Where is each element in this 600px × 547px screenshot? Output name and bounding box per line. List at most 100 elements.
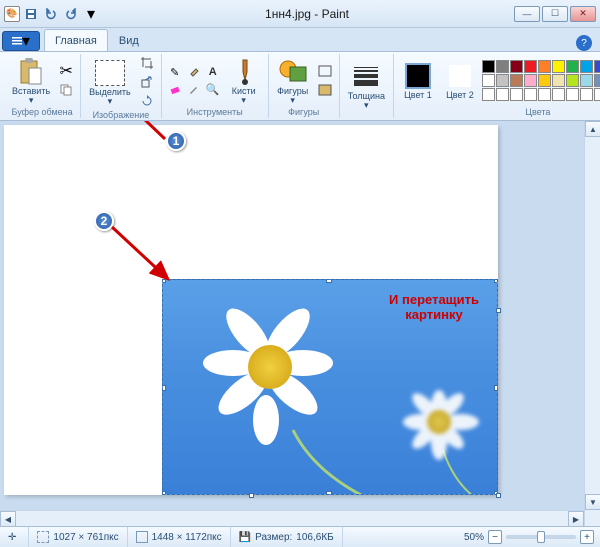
canvas-handle[interactable] [249, 493, 254, 498]
scroll-down-icon[interactable]: ▼ [585, 494, 600, 510]
tab-view[interactable]: Вид [108, 29, 150, 51]
annotation-drag-text: И перетащитькартинку [389, 292, 479, 322]
color-picker-icon[interactable] [185, 81, 203, 97]
palette-color[interactable] [510, 74, 523, 87]
group-shapes-label: Фигуры [288, 107, 319, 118]
group-thickness: Толщина ▾ [340, 54, 394, 118]
group-clipboard: Вставить ▾ ✂ Буфер обмена [4, 54, 81, 118]
group-tools: ✎ A 🔍 Кисти ▾ Инструменты [162, 54, 269, 118]
palette-custom-slot[interactable] [594, 88, 600, 101]
rotate-icon[interactable] [137, 92, 157, 110]
palette-color[interactable] [524, 60, 537, 73]
zoom-thumb[interactable] [537, 531, 545, 543]
selection-handle[interactable] [162, 491, 166, 495]
minimize-button[interactable]: — [514, 6, 540, 22]
resize-icon[interactable] [137, 73, 157, 91]
crop-icon[interactable] [137, 54, 157, 72]
palette-custom-slot[interactable] [524, 88, 537, 101]
selection-dim-icon [37, 531, 49, 543]
ribbon: Вставить ▾ ✂ Буфер обмена Выделить ▾ Изо… [0, 51, 600, 121]
palette-custom-slot[interactable] [552, 88, 565, 101]
color2-button[interactable]: Цвет 2 [440, 59, 480, 102]
status-canvas-value: 1448 × 1172пкс [152, 532, 222, 543]
copy-icon[interactable] [56, 81, 76, 99]
palette-custom-slot[interactable] [580, 88, 593, 101]
chevron-down-icon: ▾ [290, 96, 295, 105]
palette-color[interactable] [566, 60, 579, 73]
qat-dropdown-icon[interactable]: ▾ [82, 5, 100, 23]
palette-custom-slot[interactable] [482, 88, 495, 101]
quick-access-toolbar: 🎨 ▾ [4, 5, 100, 23]
palette-color[interactable] [566, 74, 579, 87]
magnifier-icon[interactable]: 🔍 [204, 81, 222, 97]
palette-custom-slot[interactable] [496, 88, 509, 101]
palette-color[interactable] [482, 74, 495, 87]
canvas-handle[interactable] [496, 493, 501, 498]
select-button[interactable]: Выделить ▾ [85, 56, 135, 108]
group-image: Выделить ▾ Изображение [81, 54, 162, 118]
save-icon[interactable] [22, 5, 40, 23]
redo-icon[interactable] [62, 5, 80, 23]
vertical-scrollbar[interactable]: ▲ ▼ [584, 121, 600, 526]
palette-color[interactable] [496, 74, 509, 87]
close-button[interactable]: ✕ [570, 6, 596, 22]
palette-custom-slot[interactable] [510, 88, 523, 101]
selection-handle[interactable] [162, 385, 166, 391]
eraser-icon[interactable] [166, 81, 184, 97]
shapes-button[interactable]: Фигуры ▾ [273, 55, 313, 107]
file-menu-button[interactable]: ▾ [2, 31, 40, 51]
pasted-selection[interactable]: И перетащитькартинку [162, 279, 498, 495]
tab-home[interactable]: Главная [44, 29, 108, 51]
zoom-out-button[interactable]: − [488, 530, 502, 544]
pencil-icon[interactable]: ✎ [166, 64, 184, 80]
palette-color[interactable] [580, 60, 593, 73]
palette-color[interactable] [496, 60, 509, 73]
paste-button[interactable]: Вставить ▾ [8, 55, 54, 107]
canvas[interactable]: И перетащитькартинку [4, 125, 498, 495]
scroll-right-icon[interactable]: ▶ [568, 511, 584, 526]
chevron-down-icon: ▾ [364, 101, 369, 110]
status-canvas: 1448 × 1172пкс [128, 527, 231, 547]
undo-icon[interactable] [42, 5, 60, 23]
canvas-handle[interactable] [496, 308, 501, 313]
palette-color[interactable] [580, 74, 593, 87]
status-filesize: 💾 Размер: 106,6КБ [231, 527, 343, 547]
palette-custom-slot[interactable] [566, 88, 579, 101]
zoom-slider[interactable] [506, 535, 576, 539]
thickness-button[interactable]: Толщина ▾ [344, 60, 389, 112]
zoom-in-button[interactable]: + [580, 530, 594, 544]
palette-custom-slot[interactable] [538, 88, 551, 101]
palette-color[interactable] [510, 60, 523, 73]
palette-color[interactable] [482, 60, 495, 73]
palette-color[interactable] [524, 74, 537, 87]
canvas-dim-icon [136, 531, 148, 543]
scroll-left-icon[interactable]: ◀ [0, 511, 16, 526]
window-controls: — ☐ ✕ [514, 6, 596, 22]
titlebar: 🎨 ▾ 1нн4.jpg - Paint — ☐ ✕ [0, 0, 600, 28]
selection-handle[interactable] [494, 385, 498, 391]
selection-handle[interactable] [326, 279, 332, 283]
help-icon[interactable]: ? [576, 35, 592, 51]
brushes-button[interactable]: Кисти ▾ [224, 55, 264, 107]
palette-color[interactable] [538, 74, 551, 87]
scroll-up-icon[interactable]: ▲ [585, 121, 600, 137]
cut-icon[interactable]: ✂ [56, 62, 76, 80]
horizontal-scrollbar[interactable]: ◀ ▶ [0, 510, 584, 526]
palette-color[interactable] [552, 60, 565, 73]
shape-fill-icon[interactable] [315, 81, 335, 99]
text-icon[interactable]: A [204, 64, 222, 80]
fill-icon[interactable] [185, 64, 203, 80]
selection-handle[interactable] [494, 279, 498, 283]
palette-color[interactable] [538, 60, 551, 73]
maximize-button[interactable]: ☐ [542, 6, 568, 22]
zoom-controls: 50% − + [464, 530, 600, 544]
selection-handle[interactable] [162, 279, 166, 283]
selection-handle[interactable] [326, 491, 332, 495]
palette-color[interactable] [594, 60, 600, 73]
workspace: И перетащитькартинку 1 2 ▲ ▼ ◀ ▶ [0, 121, 600, 526]
color1-button[interactable]: Цвет 1 [398, 59, 438, 102]
palette-color[interactable] [552, 74, 565, 87]
color1-label: Цвет 1 [404, 91, 432, 100]
shape-outline-icon[interactable] [315, 62, 335, 80]
palette-color[interactable] [594, 74, 600, 87]
